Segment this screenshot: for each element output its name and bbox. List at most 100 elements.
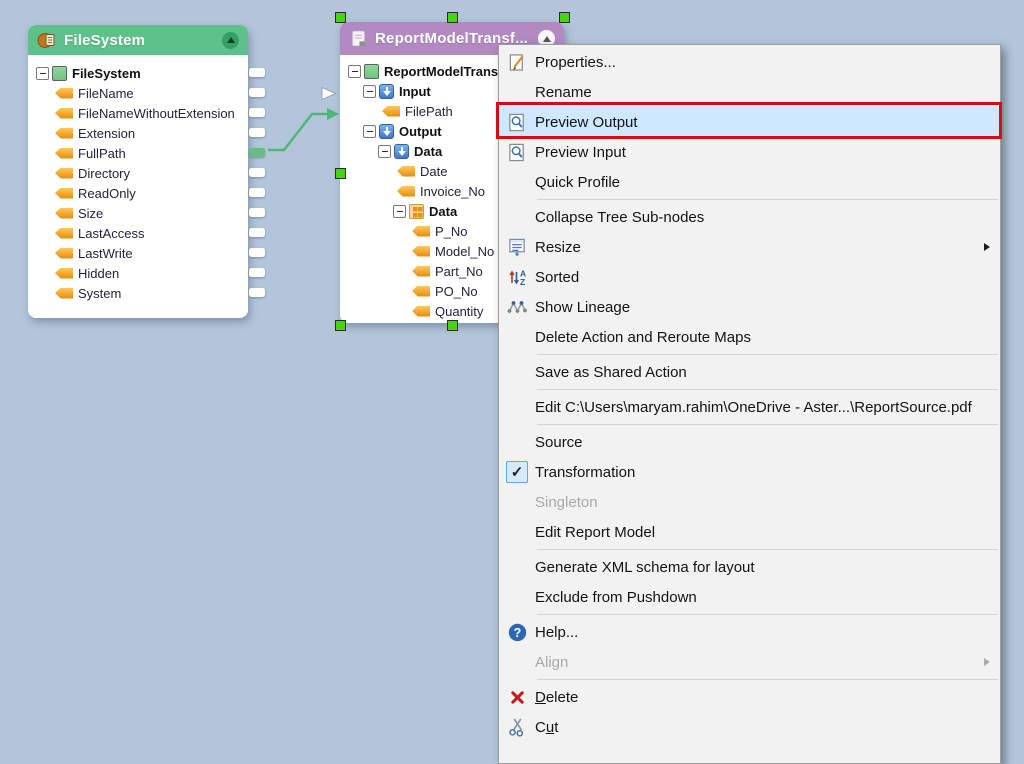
- collapse-node-button[interactable]: [222, 32, 239, 49]
- tree-item-label: ReportModelTransf: [384, 64, 502, 79]
- field-tag-icon: [55, 168, 73, 179]
- filesystem-node-header[interactable]: FileSystem: [28, 25, 248, 55]
- tree-item-label: Date: [420, 164, 447, 179]
- tree-item-extension[interactable]: Extension: [28, 123, 248, 143]
- tree-item-label: Quantity: [435, 304, 483, 319]
- menu-item-show-lineage[interactable]: Show Lineage: [499, 292, 1000, 322]
- menu-item-preview-input[interactable]: Preview Input: [499, 137, 1000, 167]
- field-tag-icon: [55, 228, 73, 239]
- collapse-expander-icon[interactable]: [393, 205, 406, 218]
- collapse-expander-icon[interactable]: [348, 65, 361, 78]
- field-tag-icon: [412, 226, 430, 237]
- menu-separator: [537, 389, 998, 390]
- menu-item-label: Singleton: [535, 494, 1000, 511]
- output-port[interactable]: [249, 88, 265, 97]
- tree-item-filename[interactable]: FileName: [28, 83, 248, 103]
- menu-item-sorted[interactable]: AZSorted: [499, 262, 1000, 292]
- menu-item-rename[interactable]: Rename: [499, 77, 1000, 107]
- selection-handle[interactable]: [447, 320, 458, 331]
- svg-text:?: ?: [513, 625, 521, 639]
- output-port[interactable]: [249, 168, 265, 177]
- menu-item-properties[interactable]: Properties...: [499, 47, 1000, 77]
- menu-item-label: Generate XML schema for layout: [535, 559, 1000, 576]
- menu-item-preview-output[interactable]: Preview Output: [499, 107, 1000, 137]
- checked-checkbox-icon[interactable]: ✓: [506, 461, 528, 483]
- selection-handle[interactable]: [335, 168, 346, 179]
- output-port[interactable]: [249, 228, 265, 237]
- menu-item-edit-c-users-maryam-rahim-onedrive-aster[interactable]: Edit C:\Users\maryam.rahim\OneDrive - As…: [499, 392, 1000, 422]
- menu-item-delete-action-and-reroute-maps[interactable]: Delete Action and Reroute Maps: [499, 322, 1000, 352]
- collapse-up-icon: [543, 36, 551, 42]
- preview-icon: [499, 113, 535, 132]
- delete-icon: [499, 690, 535, 705]
- menu-item-quick-profile[interactable]: Quick Profile: [499, 167, 1000, 197]
- menu-item-delete[interactable]: Delete: [499, 682, 1000, 712]
- output-port[interactable]: [249, 268, 265, 277]
- element-square-icon: [52, 66, 67, 81]
- output-port[interactable]: [249, 248, 265, 257]
- menu-separator: [537, 614, 998, 615]
- field-tag-icon: [397, 166, 415, 177]
- field-tag-icon: [55, 268, 73, 279]
- tree-item-lastwrite[interactable]: LastWrite: [28, 243, 248, 263]
- dataflow-designer-canvas: { "colors": { "canvas": "#b2c5da", "file…: [0, 0, 1024, 740]
- output-port[interactable]: [249, 108, 265, 117]
- output-port[interactable]: [249, 288, 265, 297]
- tree-item-label: Output: [399, 124, 442, 139]
- menu-separator: [537, 549, 998, 550]
- tree-item-label: Invoice_No: [420, 184, 485, 199]
- collapse-expander-icon[interactable]: [363, 85, 376, 98]
- menu-item-label: Cut: [535, 719, 1000, 736]
- output-port[interactable]: [249, 208, 265, 217]
- selection-handle[interactable]: [559, 12, 570, 23]
- tree-item-label: System: [78, 286, 121, 301]
- help-icon: ?: [499, 623, 535, 642]
- tree-item-hidden[interactable]: Hidden: [28, 263, 248, 283]
- menu-item-help[interactable]: ?Help...: [499, 617, 1000, 647]
- output-port[interactable]: [249, 68, 265, 77]
- menu-item-source[interactable]: Source: [499, 427, 1000, 457]
- collapse-up-icon: [227, 37, 235, 43]
- tree-item-label: FullPath: [78, 146, 126, 161]
- tree-item-label: LastAccess: [78, 226, 144, 241]
- field-tag-icon: [412, 266, 430, 277]
- filesystem-node[interactable]: FileSystem FileSystemFileNameFileNameWit…: [28, 25, 248, 318]
- menu-item-collapse-tree-sub-nodes[interactable]: Collapse Tree Sub-nodes: [499, 202, 1000, 232]
- collapse-expander-icon[interactable]: [363, 125, 376, 138]
- field-tag-icon: [382, 106, 400, 117]
- tree-item-label: Input: [399, 84, 431, 99]
- selection-handle[interactable]: [335, 320, 346, 331]
- menu-item-label: Properties...: [535, 54, 1000, 71]
- map-connector-line[interactable]: [268, 114, 328, 150]
- selection-handle[interactable]: [335, 12, 346, 23]
- menu-item-resize[interactable]: Resize: [499, 232, 1000, 262]
- selection-handle[interactable]: [447, 12, 458, 23]
- tree-item-directory[interactable]: Directory: [28, 163, 248, 183]
- field-tag-icon: [55, 108, 73, 119]
- menu-item-label: Quick Profile: [535, 174, 1000, 191]
- element-square-icon: [364, 64, 379, 79]
- output-port[interactable]: [249, 128, 265, 137]
- properties-icon: [499, 53, 535, 72]
- menu-item-save-as-shared-action[interactable]: Save as Shared Action: [499, 357, 1000, 387]
- menu-item-exclude-from-pushdown[interactable]: Exclude from Pushdown: [499, 582, 1000, 612]
- menu-item-cut[interactable]: Cut: [499, 712, 1000, 742]
- tree-item-fullpath[interactable]: FullPath: [28, 143, 248, 163]
- menu-item-label: Edit C:\Users\maryam.rahim\OneDrive - As…: [535, 399, 1000, 416]
- output-port-connected[interactable]: [249, 148, 265, 157]
- output-port[interactable]: [249, 188, 265, 197]
- tree-item-readonly[interactable]: ReadOnly: [28, 183, 248, 203]
- field-tag-icon: [55, 248, 73, 259]
- collapse-expander-icon[interactable]: [378, 145, 391, 158]
- menu-item-edit-report-model[interactable]: Edit Report Model: [499, 517, 1000, 547]
- collapse-expander-icon[interactable]: [36, 67, 49, 80]
- tree-item-size[interactable]: Size: [28, 203, 248, 223]
- menu-item-label: Edit Report Model: [535, 524, 1000, 541]
- tree-item-filenamewithoutextension[interactable]: FileNameWithoutExtension: [28, 103, 248, 123]
- menu-item-generate-xml-schema-for-layout[interactable]: Generate XML schema for layout: [499, 552, 1000, 582]
- tree-item-system[interactable]: System: [28, 283, 248, 303]
- tree-item-lastaccess[interactable]: LastAccess: [28, 223, 248, 243]
- menu-item-transformation[interactable]: ✓Transformation: [499, 457, 1000, 487]
- tree-item-filesystem[interactable]: FileSystem: [28, 63, 248, 83]
- preview-icon: [499, 143, 535, 162]
